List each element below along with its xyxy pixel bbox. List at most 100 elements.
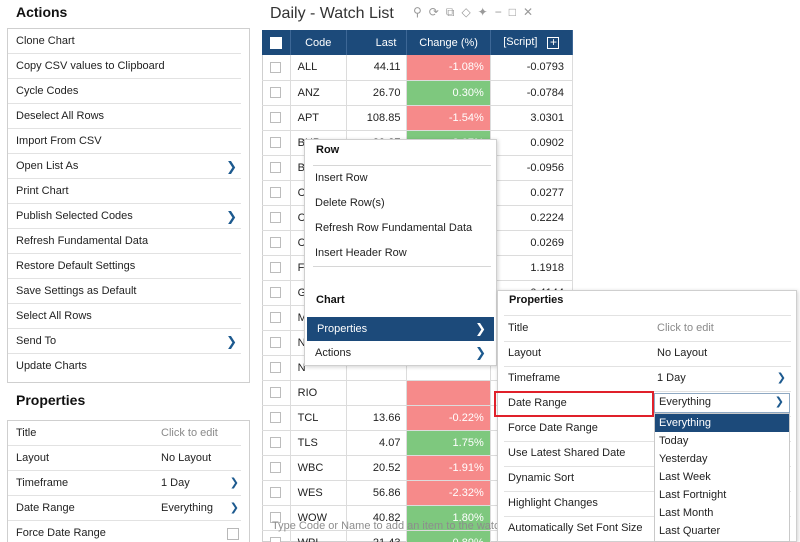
- prop-timeframe-value[interactable]: 1 Day: [161, 471, 190, 496]
- checkbox-box[interactable]: [270, 437, 282, 449]
- row-checkbox[interactable]: [262, 230, 291, 256]
- close-icon[interactable]: ✕: [523, 5, 533, 20]
- action-item[interactable]: Restore Default Settings: [8, 254, 241, 279]
- checkbox-box[interactable]: [270, 337, 282, 349]
- ctx-insert-row[interactable]: Insert Row: [305, 166, 494, 190]
- chevron-down-icon[interactable]: ❯: [775, 395, 784, 408]
- table-row[interactable]: ANZ 26.70 0.30% -0.0784: [262, 80, 574, 106]
- row-checkbox[interactable]: [262, 130, 291, 156]
- ctx-actions[interactable]: Actions ❯: [305, 341, 494, 365]
- date-range-option[interactable]: Last Month: [655, 504, 789, 522]
- checkbox-box[interactable]: [270, 87, 282, 99]
- column-header-code[interactable]: Code: [290, 30, 347, 55]
- refresh-icon[interactable]: ⟳: [429, 5, 439, 20]
- row-checkbox[interactable]: [262, 430, 291, 456]
- checkbox-box[interactable]: [270, 262, 282, 274]
- table-row[interactable]: APT 108.85 -1.54% 3.0301: [262, 105, 574, 131]
- action-item[interactable]: Clone Chart: [8, 29, 241, 54]
- checkbox-box[interactable]: [270, 312, 282, 324]
- checkbox-box[interactable]: [270, 287, 282, 299]
- checkbox-box[interactable]: [270, 487, 282, 499]
- flyout-row-title[interactable]: Title Click to edit: [498, 316, 794, 341]
- chevron-down-icon[interactable]: ❯: [230, 496, 239, 521]
- prop-date-range-value[interactable]: Everything: [161, 496, 213, 521]
- row-checkbox[interactable]: [262, 280, 291, 306]
- date-range-option[interactable]: Yesterday: [655, 450, 789, 468]
- chevron-down-icon[interactable]: ❯: [230, 471, 239, 496]
- column-header-change[interactable]: Change (%): [406, 30, 491, 55]
- ctx-refresh-row-fundamental[interactable]: Refresh Row Fundamental Data: [305, 216, 494, 240]
- date-range-option[interactable]: Last Quarter: [655, 522, 789, 540]
- checkbox-box[interactable]: [270, 237, 282, 249]
- ctx-properties[interactable]: Properties ❯: [307, 317, 494, 341]
- date-range-option[interactable]: Everything: [655, 414, 789, 432]
- action-item[interactable]: Send To ❯: [8, 329, 241, 354]
- action-item[interactable]: Print Chart: [8, 179, 241, 204]
- row-checkbox[interactable]: [262, 305, 291, 331]
- checkbox-box[interactable]: [270, 537, 282, 542]
- checkbox-box[interactable]: [270, 61, 282, 73]
- action-item[interactable]: Save Settings as Default: [8, 279, 241, 304]
- action-item[interactable]: Cycle Codes: [8, 79, 241, 104]
- action-item[interactable]: Copy CSV values to Clipboard: [8, 54, 241, 79]
- maximize-icon[interactable]: □: [509, 5, 516, 20]
- prop-layout-value[interactable]: No Layout: [161, 446, 211, 471]
- prop-row-date-range[interactable]: Date Range Everything ❯: [8, 496, 241, 521]
- column-header-last[interactable]: Last: [346, 30, 408, 55]
- ctx-delete-rows[interactable]: Delete Row(s): [305, 191, 494, 215]
- row-checkbox[interactable]: [262, 380, 291, 406]
- search-icon[interactable]: ⚲: [413, 5, 422, 20]
- table-row[interactable]: ALL 44.11 -1.08% -0.0793: [262, 55, 574, 81]
- flyout-timeframe-value[interactable]: 1 Day: [657, 366, 686, 391]
- checkbox-box[interactable]: [270, 412, 282, 424]
- column-header-script[interactable]: [Script] +: [490, 30, 574, 55]
- ctx-insert-header-row[interactable]: Insert Header Row: [305, 241, 494, 265]
- checkbox-box[interactable]: [270, 462, 282, 474]
- date-range-option[interactable]: Today: [655, 432, 789, 450]
- date-range-option[interactable]: Last Fortnight: [655, 486, 789, 504]
- prop-row-timeframe[interactable]: Timeframe 1 Day ❯: [8, 471, 241, 496]
- pin-icon[interactable]: ✦: [478, 5, 488, 20]
- row-checkbox[interactable]: [262, 405, 291, 431]
- checkbox-box[interactable]: [270, 387, 282, 399]
- row-checkbox[interactable]: [262, 155, 291, 181]
- date-range-select[interactable]: Everything ❯: [654, 393, 790, 413]
- action-item[interactable]: Refresh Fundamental Data: [8, 229, 241, 254]
- row-checkbox[interactable]: [262, 255, 291, 281]
- prop-title-value[interactable]: Click to edit: [161, 421, 218, 446]
- action-item[interactable]: Open List As ❯: [8, 154, 241, 179]
- checkbox-box[interactable]: [270, 162, 282, 174]
- action-item[interactable]: Select All Rows: [8, 304, 241, 329]
- action-item[interactable]: Publish Selected Codes ❯: [8, 204, 241, 229]
- copy-icon[interactable]: ⧉: [446, 5, 455, 20]
- row-checkbox[interactable]: [262, 205, 291, 231]
- chevron-down-icon[interactable]: ❯: [777, 366, 786, 391]
- action-item[interactable]: Update Charts: [8, 354, 241, 379]
- add-column-icon[interactable]: +: [547, 36, 560, 49]
- prop-row-title[interactable]: Title Click to edit: [8, 421, 241, 446]
- row-checkbox[interactable]: [262, 355, 291, 381]
- diamond-icon[interactable]: ◇: [461, 5, 470, 20]
- add-item-input[interactable]: Type Code or Name to add an item to the …: [272, 520, 500, 532]
- script-header-label[interactable]: [Script]: [503, 36, 537, 48]
- prop-row-layout[interactable]: Layout No Layout: [8, 446, 241, 471]
- row-checkbox[interactable]: [262, 455, 291, 481]
- row-checkbox[interactable]: [262, 480, 291, 506]
- flyout-row-timeframe[interactable]: Timeframe 1 Day ❯: [498, 366, 794, 391]
- row-checkbox[interactable]: [262, 55, 291, 81]
- action-item[interactable]: Deselect All Rows: [8, 104, 241, 129]
- row-checkbox[interactable]: [262, 105, 291, 131]
- row-checkbox[interactable]: [262, 330, 291, 356]
- checkbox-box[interactable]: [270, 137, 282, 149]
- checkbox-box[interactable]: [270, 187, 282, 199]
- select-all-checkbox[interactable]: [262, 30, 291, 55]
- checkbox-box[interactable]: [270, 112, 282, 124]
- date-range-option[interactable]: Last Week: [655, 468, 789, 486]
- flyout-layout-value[interactable]: No Layout: [657, 341, 707, 366]
- flyout-title-value[interactable]: Click to edit: [657, 316, 714, 341]
- force-date-range-checkbox[interactable]: [227, 528, 239, 540]
- flyout-row-layout[interactable]: Layout No Layout: [498, 341, 794, 366]
- prop-row-force-date-range[interactable]: Force Date Range: [8, 521, 241, 542]
- row-checkbox[interactable]: [262, 80, 291, 106]
- checkbox-box[interactable]: [270, 362, 282, 374]
